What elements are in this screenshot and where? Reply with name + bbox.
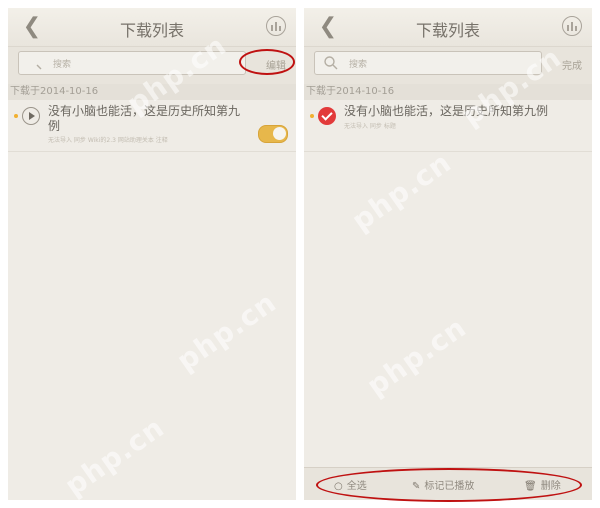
search-input[interactable]: 搜索 xyxy=(18,51,246,75)
search-icon xyxy=(324,56,338,70)
toggle-knob xyxy=(273,127,286,140)
search-icon xyxy=(36,64,42,70)
page-title: 下载列表 xyxy=(119,21,184,40)
search-placeholder: 搜索 xyxy=(53,60,72,70)
section-date-header: 下载于2014-10-16 xyxy=(8,84,296,100)
page-title: 下载列表 xyxy=(415,21,480,40)
right-screen: ❮ 下载列表 搜索 完成 下载于2014-10-16 没有小脑也能活，这是历史所… xyxy=(304,8,592,500)
nav-bar: ❮ 下载列表 xyxy=(8,8,296,47)
download-toggle[interactable] xyxy=(258,125,288,143)
item-title: 没有小脑也能活，这是历史所知第九例 xyxy=(344,104,549,118)
list-item[interactable]: 没有小脑也能活，这是历史所知第九例 无法导入 同步 标题 xyxy=(304,101,592,152)
item-meta: 无法导入 同步 标题 xyxy=(344,123,396,130)
annotation-circle-edit xyxy=(239,49,295,75)
done-button[interactable]: 完成 xyxy=(562,57,582,72)
nav-bar: ❮ 下载列表 xyxy=(304,8,592,47)
bar-chart-icon[interactable] xyxy=(562,16,582,36)
section-date-header: 下载于2014-10-16 xyxy=(304,84,592,100)
search-placeholder: 搜索 xyxy=(349,60,368,70)
search-bar: 搜索 完成 xyxy=(304,47,592,85)
annotation-circle-toolbar xyxy=(316,468,582,502)
new-dot-icon xyxy=(14,114,18,118)
search-input[interactable]: 搜索 xyxy=(314,51,542,75)
left-screen: ❮ 下载列表 搜索 编辑 下载于2014-10-16 没有小脑也能活，这是历史所… xyxy=(8,8,296,500)
play-icon[interactable] xyxy=(22,107,40,125)
new-dot-icon xyxy=(310,114,314,118)
item-meta: 无法导入 同步 Wiki的2.3 网站助理关本 注释 xyxy=(48,137,168,144)
item-title: 没有小脑也能活，这是历史所知第九例 xyxy=(48,104,241,133)
bar-chart-icon[interactable] xyxy=(266,16,286,36)
list-item[interactable]: 没有小脑也能活，这是历史所知第九例 无法导入 同步 Wiki的2.3 网站助理关… xyxy=(8,101,296,152)
checked-icon[interactable] xyxy=(318,107,336,125)
